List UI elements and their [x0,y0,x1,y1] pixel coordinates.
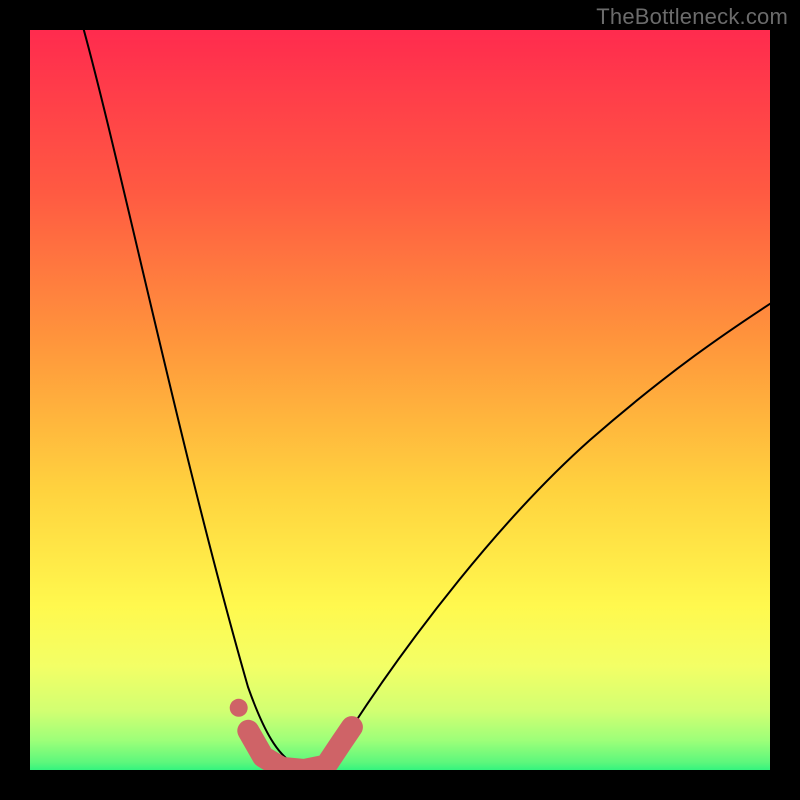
watermark-text: TheBottleneck.com [596,4,788,30]
bottleneck-marker-dot [230,699,248,717]
gradient-backdrop [30,30,770,770]
chart-stage: TheBottleneck.com [0,0,800,800]
plot-area [30,30,770,770]
bottleneck-curve-chart [30,30,770,770]
